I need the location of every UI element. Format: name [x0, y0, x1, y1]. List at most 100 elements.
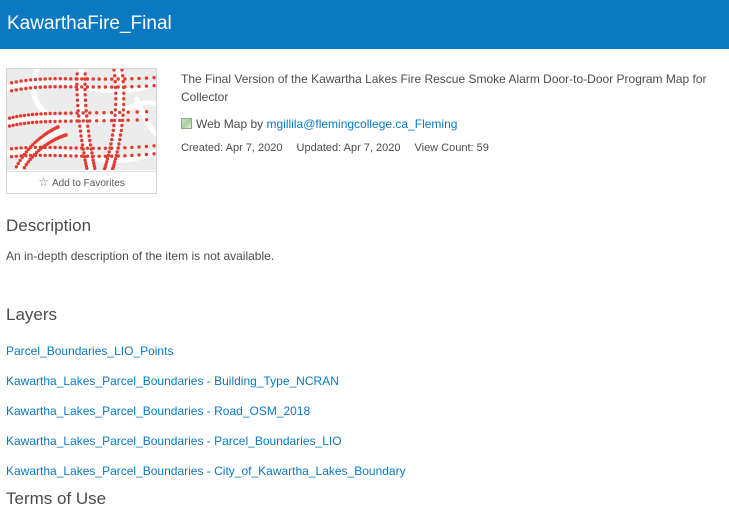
map-point [14, 80, 18, 84]
layer-link[interactable]: Kawartha_Lakes_Parcel_Boundaries - City_… [6, 463, 406, 479]
map-point [152, 83, 156, 88]
map-point [102, 119, 106, 123]
map-point [110, 85, 114, 89]
map-point [53, 153, 57, 158]
thumbnail-card: ☆ Add to Favorites [6, 68, 157, 194]
map-point [80, 138, 84, 143]
map-point [88, 138, 92, 143]
map-point [144, 118, 149, 122]
map-point [75, 98, 80, 102]
map-point [116, 146, 120, 150]
map-point [38, 85, 42, 89]
map-point [75, 82, 79, 86]
map-point [80, 77, 84, 81]
map-point [53, 145, 57, 150]
map-point [89, 147, 93, 151]
layer-link[interactable]: Kawartha_Lakes_Parcel_Boundaries - Build… [6, 373, 339, 389]
map-point [121, 85, 126, 90]
map-point [103, 146, 108, 150]
map-point [105, 157, 110, 161]
map-point [63, 77, 68, 81]
map-point [48, 111, 52, 116]
map-point [103, 85, 108, 89]
map-point [122, 102, 126, 107]
map-point [82, 151, 86, 155]
map-point [137, 153, 141, 157]
map-point [110, 137, 114, 142]
map-point [48, 119, 52, 124]
map-point [87, 134, 91, 138]
map-point [81, 147, 85, 151]
map-point [121, 113, 125, 117]
map-point [53, 111, 57, 116]
map-point [118, 137, 122, 142]
add-to-favorites-button[interactable]: ☆ Add to Favorites [7, 171, 156, 193]
map-point [130, 153, 134, 158]
map-point [118, 133, 123, 137]
map-point [15, 114, 19, 119]
map-point [75, 77, 79, 81]
map-point [130, 85, 134, 89]
map-point [110, 133, 115, 137]
map-point [14, 165, 19, 169]
layer-link[interactable]: Kawartha_Lakes_Parcel_Boundaries - Road_… [6, 403, 310, 419]
map-point [58, 77, 62, 81]
terms-of-use-heading: Terms of Use [6, 489, 107, 508]
map-point [130, 145, 134, 150]
map-point [14, 88, 18, 92]
map-point [9, 81, 14, 85]
map-point [123, 146, 127, 150]
map-point [43, 153, 47, 158]
map-point [18, 158, 22, 163]
map-point [69, 119, 73, 123]
item-summary: The Final Version of the Kawartha Lakes … [181, 72, 707, 104]
map-thumbnail[interactable] [7, 69, 156, 170]
map-point [121, 108, 126, 112]
map-point [112, 123, 116, 128]
map-point [109, 118, 114, 123]
map-point [7, 124, 12, 128]
map-point [43, 120, 48, 124]
map-point [56, 125, 60, 129]
item-type-label: Web Map [196, 117, 248, 131]
map-point [97, 154, 101, 158]
map-point [91, 77, 95, 81]
map-point [144, 84, 149, 88]
map-point [110, 154, 114, 158]
map-point [22, 152, 26, 157]
layer-link[interactable]: Parcel_Boundaries_LIO_Points [6, 343, 173, 359]
map-point [121, 74, 125, 78]
map-point [39, 112, 43, 116]
map-point [22, 121, 27, 126]
map-point [28, 78, 33, 82]
map-point [111, 128, 116, 133]
map-point [115, 150, 119, 154]
map-point [95, 111, 99, 115]
map-point [33, 145, 38, 150]
map-point [85, 119, 89, 123]
map-point [135, 118, 139, 122]
map-point [14, 146, 18, 150]
map-point [102, 111, 106, 115]
map-point [117, 142, 121, 146]
map-point [137, 76, 141, 81]
map-point [97, 85, 101, 89]
map-point [22, 113, 27, 118]
map-point [35, 112, 39, 116]
owner-link[interactable]: mgillila@flemingcollege.ca_Fleming [267, 117, 458, 131]
map-point [20, 155, 24, 160]
map-point [58, 145, 62, 150]
item-type-owner: Web Map by mgillila@flemingcollege.ca_Fl… [181, 116, 457, 132]
map-point [114, 91, 118, 95]
map-point [126, 118, 130, 122]
map-point [43, 77, 47, 81]
map-point [76, 103, 80, 108]
layer-link[interactable]: Kawartha_Lakes_Parcel_Boundaries - Parce… [6, 433, 342, 449]
map-point [19, 114, 23, 118]
map-point [106, 153, 111, 158]
map-point [113, 79, 117, 84]
map-point [81, 111, 85, 115]
map-point [120, 123, 124, 128]
map-point [58, 153, 62, 158]
by-label: by [250, 117, 264, 131]
